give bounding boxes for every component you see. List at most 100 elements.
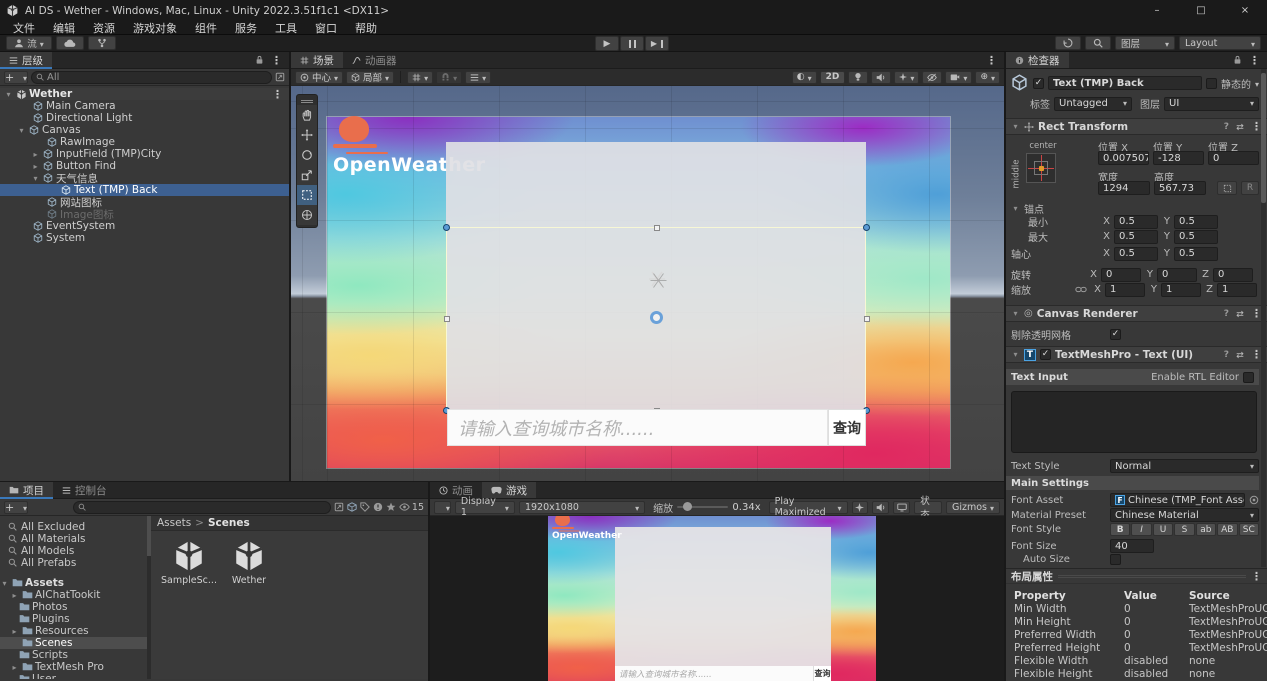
- draw-mode-dropdown[interactable]: ◐: [792, 71, 817, 84]
- inspector-scrollbar[interactable]: [1261, 69, 1266, 567]
- menu-assets[interactable]: 资源: [84, 20, 124, 36]
- account-button[interactable]: 流: [6, 36, 52, 50]
- tab-inspector[interactable]: 检查器: [1006, 52, 1069, 68]
- play-maximized-dropdown[interactable]: Play Maximized: [769, 501, 848, 514]
- favorite-item[interactable]: All Materials: [8, 533, 85, 545]
- canvas-renderer-header[interactable]: ▾ ◎ Canvas Renderer ?: [1006, 305, 1267, 322]
- pivot-x-field[interactable]: 0.5: [1114, 247, 1158, 261]
- increment-snap-dropdown[interactable]: [465, 71, 491, 84]
- close-button[interactable]: ×: [1223, 0, 1267, 21]
- menu-gameobject[interactable]: 游戏对象: [124, 20, 186, 36]
- asset-item[interactable]: SampleSc...: [163, 539, 215, 586]
- menu-component[interactable]: 组件: [186, 20, 226, 36]
- selection-edge-handle[interactable]: [864, 316, 870, 322]
- move-snap-dropdown[interactable]: [436, 71, 462, 84]
- help-icon[interactable]: ?: [1224, 309, 1229, 319]
- material-preset-dropdown[interactable]: Chinese Material: [1110, 508, 1259, 522]
- menu-window[interactable]: 窗口: [306, 20, 346, 36]
- layout-properties-header[interactable]: 布局属性: [1006, 568, 1267, 584]
- auto-size-checkbox[interactable]: [1110, 554, 1121, 565]
- menu-file[interactable]: 文件: [4, 20, 44, 36]
- font-size-field[interactable]: 40: [1110, 539, 1154, 553]
- selection-edge-handle[interactable]: [444, 316, 450, 322]
- scene-visibility-button[interactable]: [922, 71, 942, 84]
- tab-game[interactable]: 游戏: [482, 482, 536, 498]
- tag-dropdown[interactable]: Untagged: [1054, 97, 1132, 111]
- hierarchy-item[interactable]: ▾天气信息: [0, 172, 289, 184]
- collapse-arrow-icon[interactable]: ▸: [10, 627, 19, 636]
- rect-tool-button[interactable]: [297, 185, 317, 205]
- layers-dropdown[interactable]: 图层: [1115, 36, 1175, 50]
- hierarchy-item[interactable]: ▾Canvas: [0, 124, 289, 136]
- static-dropdown-icon[interactable]: [1255, 77, 1259, 90]
- weather-info-panel[interactable]: [615, 527, 831, 666]
- tmp-header[interactable]: ▾ T TextMeshPro - Text (UI) ?: [1006, 346, 1267, 363]
- hierarchy-item[interactable]: ▸Button Find: [0, 160, 289, 172]
- rect-transform-header[interactable]: ▾ Rect Transform ?: [1006, 118, 1267, 135]
- tree-item-assets[interactable]: ▾Assets: [0, 577, 64, 589]
- play-focus-dropdown[interactable]: [434, 501, 451, 514]
- expand-arrow-icon[interactable]: ▾: [1011, 204, 1020, 213]
- blueprint-mode-button[interactable]: [1217, 181, 1237, 195]
- expand-arrow-icon[interactable]: ▾: [4, 90, 13, 99]
- vsync-button[interactable]: [852, 501, 869, 514]
- main-settings-subheader[interactable]: Main Settings: [1006, 476, 1259, 490]
- font-asset-field[interactable]: F Chinese (TMP_Font Asset): [1110, 493, 1245, 507]
- presets-icon[interactable]: [1235, 123, 1245, 131]
- tab-hierarchy[interactable]: 层级: [0, 52, 52, 68]
- menu-edit[interactable]: 编辑: [44, 20, 84, 36]
- hierarchy-item[interactable]: System: [0, 232, 289, 244]
- strikethrough-button[interactable]: S: [1174, 523, 1194, 536]
- underline-button[interactable]: U: [1153, 523, 1173, 536]
- 2d-toggle-button[interactable]: 2D: [820, 71, 846, 84]
- anchor-preset-widget[interactable]: center middle: [1012, 141, 1064, 203]
- pivot-y-field[interactable]: 0.5: [1174, 247, 1218, 261]
- hidden-warning-icon[interactable]: [373, 502, 383, 512]
- panel-menu-icon[interactable]: [271, 54, 282, 67]
- pause-button[interactable]: [620, 36, 644, 51]
- panel-menu-icon[interactable]: [986, 54, 997, 67]
- undo-history-button[interactable]: [1055, 36, 1081, 50]
- step-button[interactable]: ▶: [645, 36, 669, 51]
- rtl-editor-checkbox[interactable]: [1243, 372, 1254, 383]
- tree-item[interactable]: ▸TextMesh Pro: [10, 661, 104, 673]
- anchor-preset-box[interactable]: [1026, 153, 1056, 183]
- project-search-field[interactable]: [73, 501, 331, 514]
- favorite-item[interactable]: All Models: [8, 545, 74, 557]
- tree-item[interactable]: Scripts: [19, 649, 68, 661]
- favorites-icon[interactable]: [386, 502, 396, 512]
- collapse-arrow-icon[interactable]: ▸: [10, 591, 19, 600]
- hierarchy-item[interactable]: 网站图标: [0, 196, 289, 208]
- anchor-min-x-field[interactable]: 0.5: [1114, 215, 1158, 229]
- tree-item[interactable]: Plugins: [19, 613, 70, 625]
- hierarchy-item[interactable]: Main Camera: [0, 100, 289, 112]
- scale-y-field[interactable]: 1: [1161, 283, 1201, 297]
- scale-z-field[interactable]: 1: [1217, 283, 1257, 297]
- game-viewport[interactable]: OpenWeather 请输入查询城市名称...... 查询: [430, 516, 1004, 681]
- anchor-max-y-field[interactable]: 0.5: [1174, 230, 1218, 244]
- play-button[interactable]: ▶: [595, 36, 619, 51]
- lock-icon[interactable]: [255, 55, 264, 65]
- text-input-subheader[interactable]: Text Input Enable RTL Editor: [1006, 369, 1259, 385]
- tmp-enabled-checkbox[interactable]: [1040, 349, 1051, 360]
- collapse-arrow-icon[interactable]: ▸: [31, 150, 40, 159]
- asset-labels-icon[interactable]: [360, 502, 370, 512]
- transform-tool-button[interactable]: [297, 205, 317, 225]
- rotation-y-field[interactable]: 0: [1157, 268, 1197, 282]
- hierarchy-item-selected[interactable]: Text (TMP) Back: [0, 184, 289, 196]
- pos-y-field[interactable]: -128: [1153, 151, 1204, 165]
- tab-animation[interactable]: 动画: [430, 482, 482, 498]
- packages-visibility-icon[interactable]: [347, 502, 357, 512]
- search-city-button[interactable]: 查询: [813, 666, 831, 681]
- tree-item[interactable]: ▸Resources: [10, 625, 89, 637]
- effects-dropdown[interactable]: [894, 71, 919, 84]
- display-dropdown[interactable]: Display 1: [455, 501, 515, 514]
- collapse-arrow-icon[interactable]: ▸: [31, 162, 40, 171]
- cloud-button[interactable]: [56, 36, 84, 50]
- selection-handle[interactable]: [863, 224, 870, 231]
- menu-help[interactable]: 帮助: [346, 20, 386, 36]
- pos-x-field[interactable]: 0.0075073: [1098, 151, 1149, 165]
- hierarchy-item[interactable]: RawImage: [0, 136, 289, 148]
- active-checkbox[interactable]: [1033, 78, 1044, 89]
- breadcrumb-root[interactable]: Assets: [157, 517, 191, 529]
